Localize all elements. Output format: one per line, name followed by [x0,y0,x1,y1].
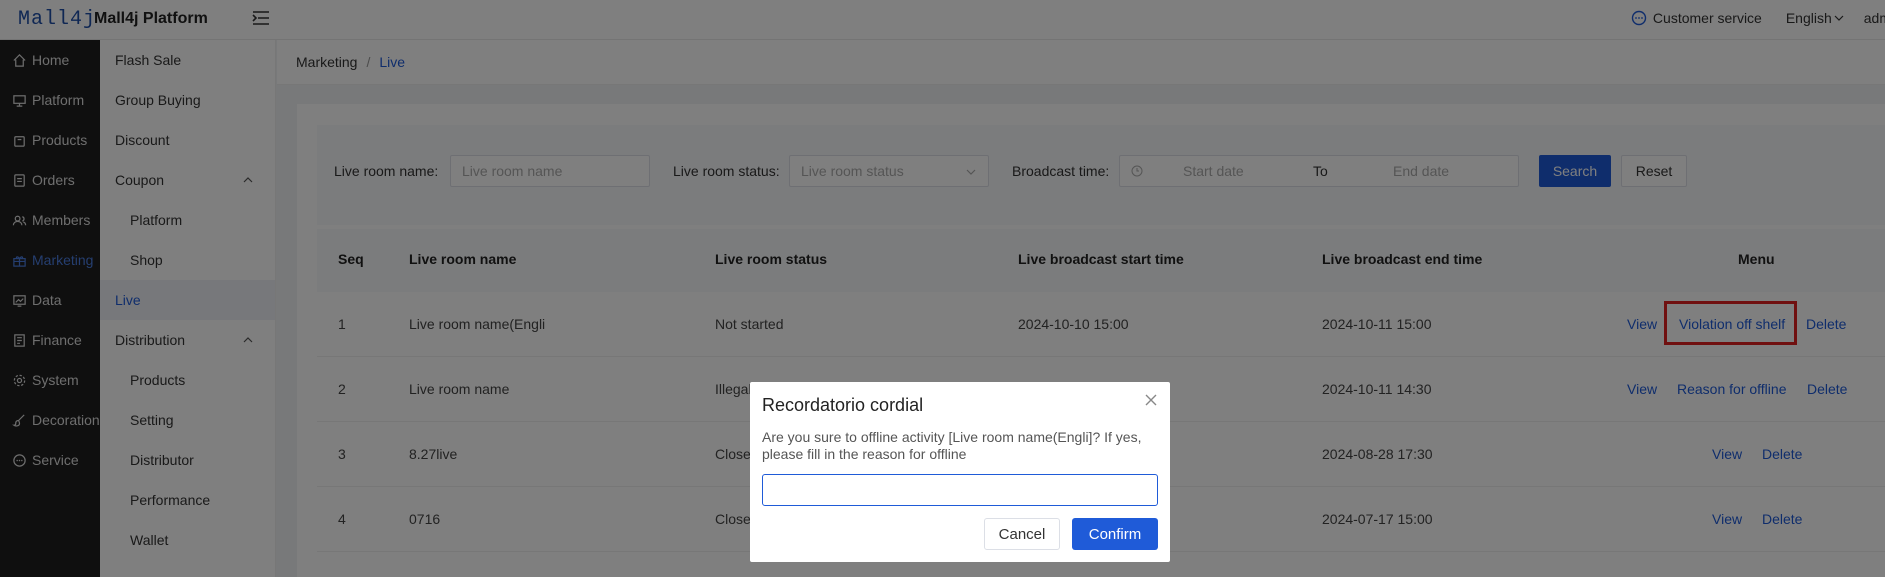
cancel-button[interactable]: Cancel [984,518,1060,550]
confirm-button[interactable]: Confirm [1072,518,1158,550]
offline-dialog: Recordatorio cordial Are you sure to off… [750,382,1170,562]
close-icon[interactable] [1144,393,1158,407]
dialog-title: Recordatorio cordial [762,395,924,415]
dialog-message: Are you sure to offline activity [Live r… [762,429,1142,462]
offline-reason-input[interactable] [762,474,1158,506]
